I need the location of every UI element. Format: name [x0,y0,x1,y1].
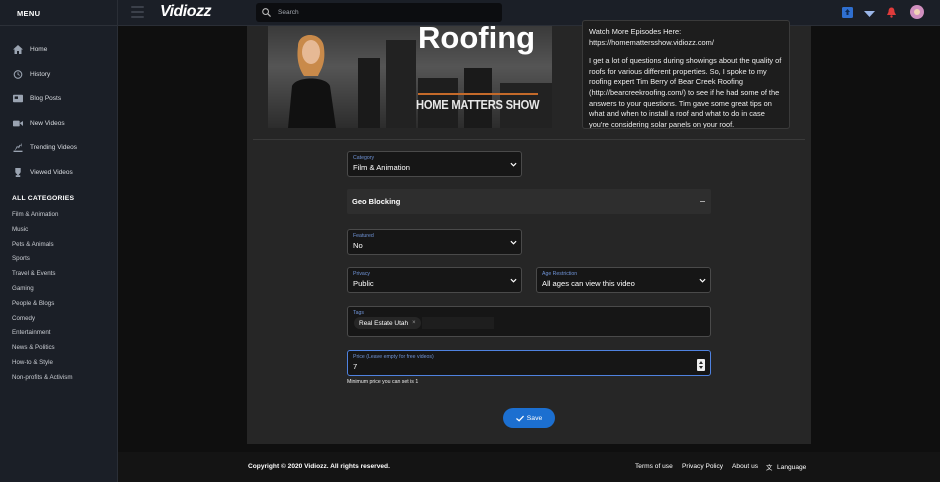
thumbnail-accent-bar [418,93,538,95]
user-avatar[interactable] [910,5,924,19]
field-value: No [353,241,363,250]
upload-icon[interactable] [842,7,853,18]
category-link[interactable]: Sports [12,255,30,262]
search-input[interactable]: Search [256,3,502,22]
geo-blocking-label: Geo Blocking [352,197,401,206]
thumbnail-title: Roofing [418,26,536,55]
collapse-icon [700,201,705,202]
dropdown-arrow-icon[interactable] [864,9,875,20]
notification-bell-icon[interactable] [886,7,897,18]
tag-text-input[interactable] [422,317,494,329]
language-selector[interactable]: 文 Language [766,463,806,471]
category-link[interactable]: Entertainment [12,329,51,336]
chevron-down-icon [699,278,706,283]
save-label: Save [526,414,543,422]
field-value: Film & Animation [353,163,410,172]
sidebar-item-history[interactable]: History [12,70,50,79]
category-link[interactable]: Travel & Events [12,270,55,277]
tags-input[interactable]: Tags Real Estate Utah × [347,306,711,337]
field-label: Price (Leave empty for free videos) [353,354,434,360]
category-link[interactable]: Gaming [12,285,34,292]
field-label: Tags [353,310,364,316]
sidebar-item-label: Trending Videos [30,144,77,151]
chevron-down-icon [510,162,517,167]
geo-blocking-accordion[interactable]: Geo Blocking [347,189,711,214]
trophy-icon [12,168,23,177]
category-link[interactable]: How-to & Style [12,359,53,366]
category-select[interactable]: Category Film & Animation [347,151,522,177]
category-link[interactable]: Music [12,226,28,233]
presenter-image [288,34,336,128]
price-hint: Minimum price you can set is 1 [347,379,419,385]
sidebar-item-label: Blog Posts [30,95,62,102]
language-label: Language [777,463,807,471]
translate-icon: 文 [766,463,773,471]
chevron-down-icon [510,278,517,283]
video-description[interactable]: Watch More Episodes Here: https://homema… [582,20,790,129]
chevron-down-icon [510,240,517,245]
newspaper-icon [12,94,23,103]
footer-link-privacy[interactable]: Privacy Policy [682,463,723,470]
tag-chip-label: Real Estate Utah [359,319,409,327]
sidebar-item-label: History [30,71,51,78]
tag-chip[interactable]: Real Estate Utah × [354,317,421,329]
home-icon [12,45,23,54]
field-label: Privacy [353,271,371,277]
sidebar-item-label: New Videos [30,120,65,127]
clock-icon [12,70,23,79]
field-label: Featured [353,233,374,239]
description-paragraph: Watch More Episodes Here: https://homema… [589,27,714,47]
category-link[interactable]: People & Blogs [12,300,54,307]
sidebar-item-blog-posts[interactable]: Blog Posts [12,94,61,103]
remove-tag-icon[interactable]: × [412,320,416,326]
number-spinner[interactable] [697,359,705,371]
sidebar-item-label: Viewed Videos [30,169,73,176]
field-label: Category [353,155,375,161]
svg-text:文: 文 [766,463,773,471]
category-link[interactable]: News & Politics [12,344,55,351]
category-link[interactable]: Pets & Animals [12,241,54,248]
top-bar: Vidiozz Search [118,0,940,26]
edit-video-panel: Roofing HOME MATTERS SHOW Watch More Epi… [247,20,811,444]
copyright-text: Copyright © 2020 Vidiozz. All rights res… [248,463,390,470]
checkmark-icon [515,415,524,422]
description-paragraph: I get a lot of questions during showings… [589,56,782,129]
category-link[interactable]: Film & Animation [12,211,58,218]
footer-link-about[interactable]: About us [732,463,758,470]
price-input[interactable]: Price (Leave empty for free videos) 7 [347,350,711,376]
field-value: 7 [353,362,358,371]
sidebar: MENU Home History Blog Posts New Videos … [0,0,118,482]
site-logo[interactable]: Vidiozz [160,3,212,21]
divider [253,139,805,140]
age-restriction-select[interactable]: Age Restriction All ages can view this v… [536,267,711,293]
search-icon [262,8,271,17]
field-value: Public [353,279,374,288]
field-value: All ages can view this video [542,279,635,288]
featured-select[interactable]: Featured No [347,229,522,255]
sidebar-item-home[interactable]: Home [12,45,47,54]
footer: Copyright © 2020 Vidiozz. All rights res… [118,452,940,482]
field-label: Age Restriction [542,271,578,277]
trending-icon [12,143,23,152]
categories-title: ALL CATEGORIES [12,195,75,202]
sidebar-item-new-videos[interactable]: New Videos [12,119,65,128]
footer-link-terms[interactable]: Terms of use [635,463,673,470]
thumbnail-subtitle: HOME MATTERS SHOW [416,97,540,112]
privacy-select[interactable]: Privacy Public [347,267,522,293]
hamburger-menu-icon[interactable] [131,6,144,18]
search-placeholder: Search [278,9,299,16]
sidebar-item-viewed-videos[interactable]: Viewed Videos [12,168,73,177]
save-button[interactable]: Save [503,408,555,428]
video-camera-icon [12,119,23,128]
video-thumbnail: Roofing HOME MATTERS SHOW [268,26,552,128]
category-link[interactable]: Non-profits & Activism [12,374,73,381]
sidebar-item-label: Home [30,46,48,53]
sidebar-item-trending-videos[interactable]: Trending Videos [12,143,77,152]
category-link[interactable]: Comedy [12,315,35,322]
sidebar-menu-title: MENU [0,0,117,26]
